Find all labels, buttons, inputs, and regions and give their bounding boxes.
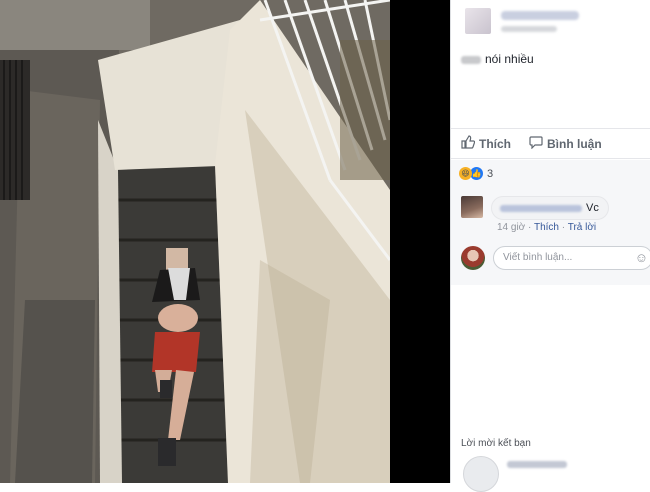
commenter-avatar[interactable] [461,196,483,218]
emoji-icon[interactable]: ☺ [635,250,648,265]
post-photo[interactable] [0,0,390,483]
like-label: Thích [479,136,511,151]
comment-meta: 14 giờ · Thích · Trả lời [497,222,597,233]
current-user-avatar [461,246,485,270]
friend-requests-title: Lời mời kết bạn [461,438,531,449]
post-actions: Thích Bình luận [461,135,602,152]
divider [451,158,650,159]
staircase-photo [0,0,390,483]
comment-text: Vc [586,202,599,214]
author-name-redacted[interactable] [501,11,579,20]
caption-redacted [461,55,481,64]
comment-input[interactable]: Viết bình luận... ☺ [493,246,650,270]
thumbs-up-icon [461,135,476,152]
commenter-name-redacted[interactable] [500,205,582,212]
friend-request-name-redacted[interactable] [507,461,567,468]
comment-like-link[interactable]: Thích [534,222,559,233]
reactions-summary[interactable]: 😆 👍 3 [459,167,493,180]
author-avatar[interactable] [465,8,491,34]
comment-label: Bình luận [547,136,602,151]
post-caption: nói nhiều [461,52,534,66]
comment-button[interactable]: Bình luận [529,135,602,152]
reaction-count: 3 [487,167,494,180]
haha-reaction-icon: 😆 [459,167,472,180]
friend-request-avatar[interactable] [463,456,499,492]
like-button[interactable]: Thích [461,135,511,152]
divider [451,128,650,129]
photo-viewer-gutter [390,0,450,483]
comment-bubble: Vc [491,196,609,220]
post-time-redacted[interactable] [501,26,557,32]
feedback-area: 😆 👍 3 Vc 14 giờ · Thích · Trả lời Viết b… [451,160,650,285]
comment-reply-link[interactable]: Trả lời [568,222,596,233]
comment-time[interactable]: 14 giờ [497,222,525,233]
comment-bubble-icon [529,135,543,152]
comment-input-placeholder: Viết bình luận... [503,252,573,263]
post-sidebar: nói nhiều Thích Bình luận 😆 👍 3 Vc 14 gi… [450,0,650,492]
caption-text: nói nhiều [485,52,534,66]
